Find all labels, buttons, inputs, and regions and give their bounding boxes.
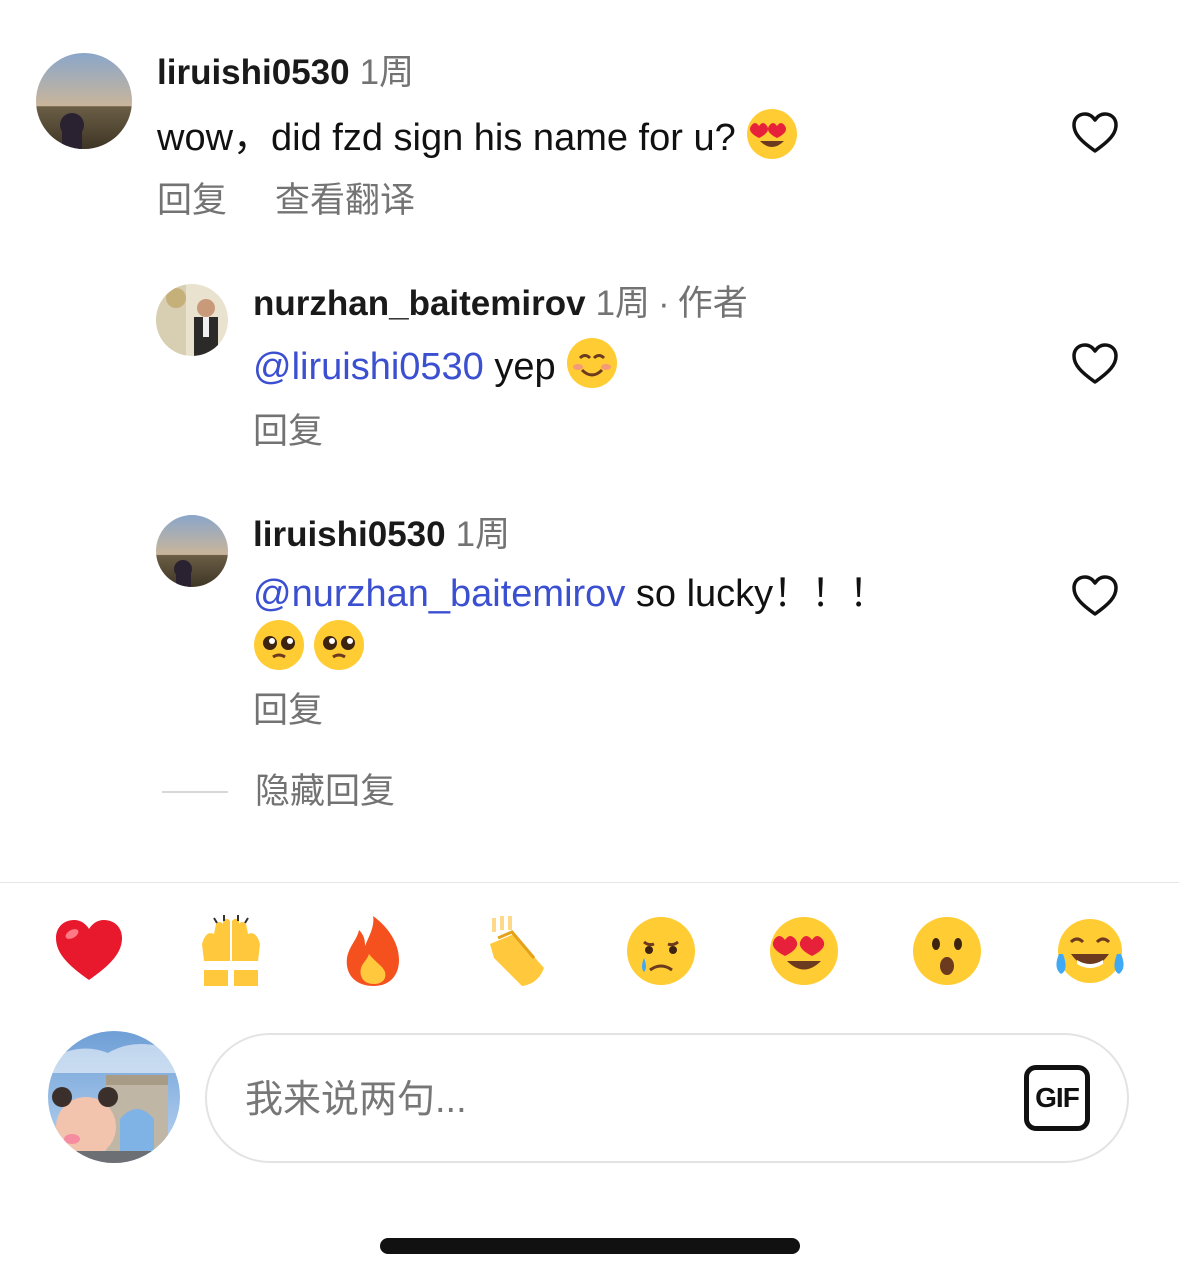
quick-reaction-bar	[0, 910, 1179, 994]
pleading-face-emoji	[253, 619, 305, 671]
comment-text: @nurzhan_baitemirov so lucky！！！	[253, 569, 973, 674]
raising-hands-reaction[interactable]	[194, 914, 268, 988]
avatar[interactable]	[36, 53, 132, 149]
author-badge: 作者	[677, 284, 748, 323]
composer-divider	[0, 882, 1179, 883]
heart-eyes-emoji	[746, 108, 798, 160]
like-heart-icon[interactable]	[1071, 342, 1119, 386]
comment-actions: 回复	[253, 689, 371, 733]
translate-button[interactable]: 查看翻译	[275, 181, 415, 220]
comment-actions: 回复	[253, 410, 371, 454]
comment-body: wow，did fzd sign his name for u?	[157, 117, 736, 159]
reply-button[interactable]: 回复	[253, 691, 323, 730]
red-heart-reaction[interactable]	[52, 914, 126, 988]
current-user-avatar[interactable]	[48, 1031, 180, 1163]
reply-button[interactable]: 回复	[157, 181, 227, 220]
comment-text: wow，did fzd sign his name for u?	[157, 108, 798, 163]
comment-text: @liruishi0530 yep	[253, 337, 618, 392]
clapping-hands-reaction[interactable]	[480, 914, 554, 988]
like-heart-icon[interactable]	[1071, 111, 1119, 155]
comment-meta: liruishi0530 1周	[157, 51, 414, 95]
username[interactable]: nurzhan_baitemirov	[253, 284, 586, 323]
home-indicator[interactable]	[380, 1238, 800, 1254]
crying-face-reaction[interactable]	[624, 914, 698, 988]
timestamp: 1周	[455, 515, 511, 554]
reply-button[interactable]: 回复	[253, 412, 323, 451]
comment-input-field[interactable]: 我来说两句... GIF	[205, 1033, 1129, 1163]
timestamp: 1周	[359, 53, 415, 92]
comment-meta: liruishi0530 1周	[253, 513, 510, 557]
comment-meta: nurzhan_baitemirov 1周 · 作者	[253, 284, 748, 323]
mention-link[interactable]: @liruishi0530	[253, 346, 484, 388]
comment-input-placeholder: 我来说两句...	[245, 1079, 467, 1121]
heart-eyes-reaction[interactable]	[767, 914, 841, 988]
mention-link[interactable]: @nurzhan_baitemirov	[253, 573, 625, 615]
smiling-face-emoji	[566, 337, 618, 389]
username[interactable]: liruishi0530	[253, 515, 446, 554]
comment-actions: 回复 查看翻译	[157, 179, 463, 223]
surprised-face-reaction[interactable]	[910, 914, 984, 988]
comment-body: so lucky！！！	[635, 573, 888, 615]
comment-body: yep	[494, 346, 556, 388]
avatar[interactable]	[156, 284, 228, 356]
fire-reaction[interactable]	[337, 914, 411, 988]
avatar[interactable]	[156, 515, 228, 587]
pleading-face-emoji	[313, 619, 365, 671]
hide-replies-button[interactable]: 隐藏回复	[255, 770, 395, 814]
like-heart-icon[interactable]	[1071, 574, 1119, 618]
tears-of-joy-reaction[interactable]	[1053, 914, 1127, 988]
username[interactable]: liruishi0530	[157, 53, 350, 92]
gif-button[interactable]: GIF	[1024, 1065, 1090, 1131]
timestamp: 1周	[595, 284, 651, 323]
hide-replies-divider	[162, 791, 228, 793]
